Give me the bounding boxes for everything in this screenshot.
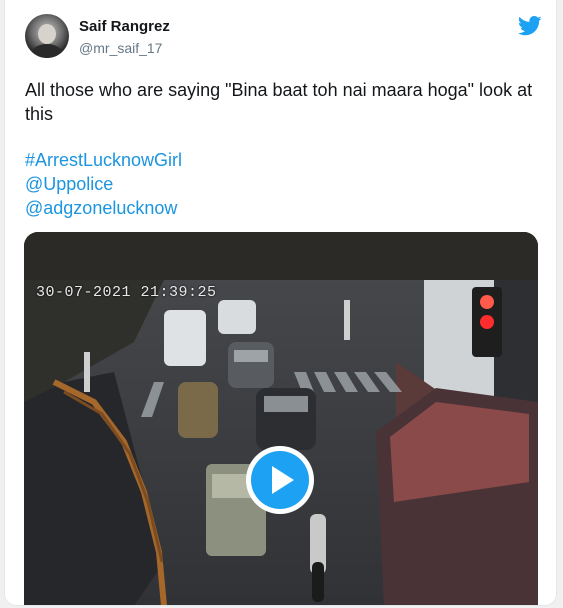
user-name[interactable]: Saif Rangrez [79, 18, 170, 35]
avatar-face [38, 24, 56, 44]
play-button-inner[interactable] [251, 451, 309, 509]
hashtag-link[interactable]: #ArrestLucknowGirl [25, 148, 182, 172]
twitter-bird-icon[interactable] [518, 16, 542, 36]
user-handle[interactable]: @mr_saif_17 [79, 40, 162, 56]
video-player[interactable]: 30-07-2021 21:39:25 [24, 232, 538, 605]
tweet-card[interactable]: Saif Rangrez @mr_saif_17 All those who a… [4, 0, 557, 606]
mention-link-uppolice[interactable]: @Uppolice [25, 172, 182, 196]
avatar[interactable] [25, 14, 69, 58]
avatar-shirt [32, 44, 62, 58]
play-icon[interactable] [270, 466, 294, 494]
mention-link-adgzonelucknow[interactable]: @adgzonelucknow [25, 196, 182, 220]
tweet-links: #ArrestLucknowGirl @Uppolice @adgzoneluc… [25, 148, 182, 220]
play-button[interactable] [246, 446, 314, 514]
video-timestamp: 30-07-2021 21:39:25 [36, 284, 217, 301]
tweet-text: All those who are saying "Bina baat toh … [25, 80, 533, 124]
